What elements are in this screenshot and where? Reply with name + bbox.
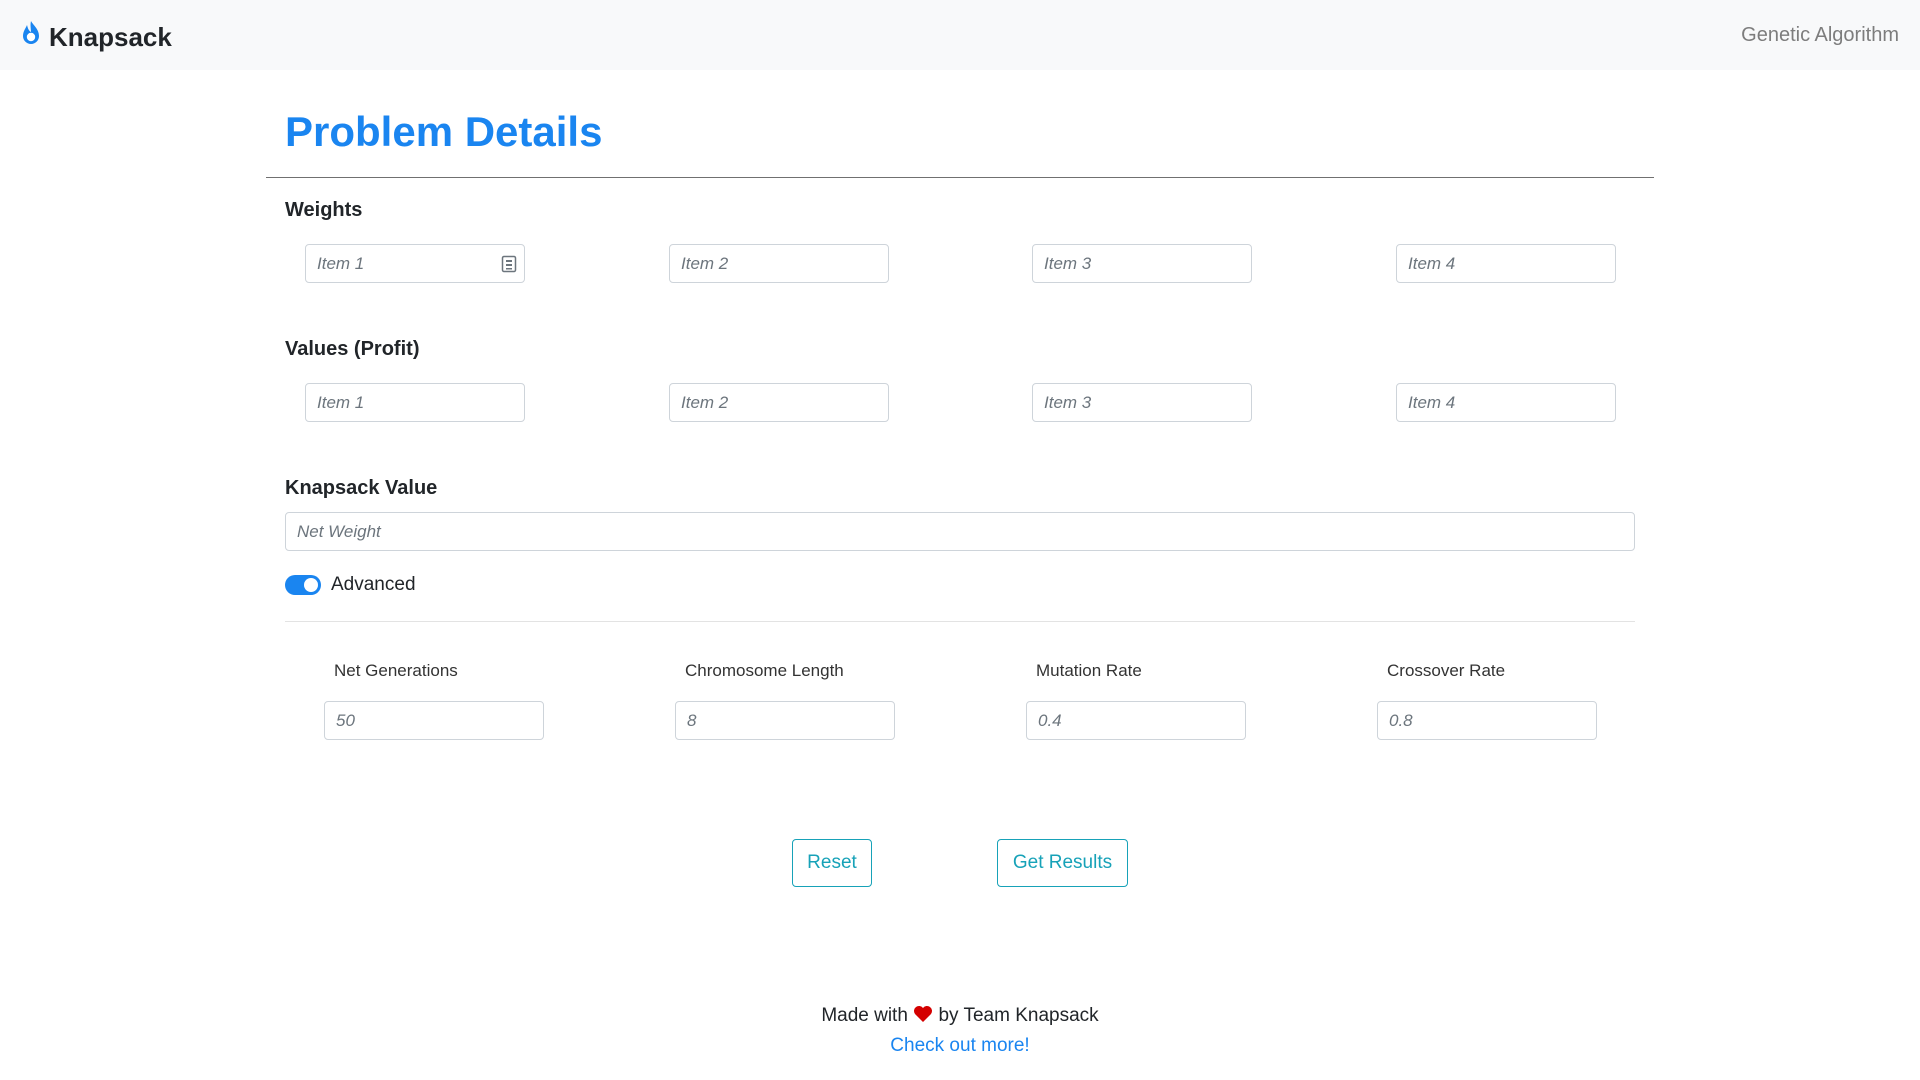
mutation-rate-input[interactable]	[1026, 701, 1246, 740]
chromosome-length-label: Chromosome Length	[685, 661, 844, 680]
footer-credit: Made with by Team Knapsack	[0, 1005, 1920, 1029]
brand[interactable]: Knapsack	[19, 20, 172, 54]
page-title: Problem Details	[285, 108, 603, 155]
advanced-divider	[285, 621, 1635, 622]
crossover-rate-label: Crossover Rate	[1387, 661, 1506, 680]
value-item-4-input[interactable]	[1396, 383, 1616, 422]
calendar-icon	[501, 254, 517, 273]
footer-link-row: Check out more!	[0, 1035, 1920, 1057]
advanced-label: Advanced	[331, 574, 416, 595]
footer-made-with: Made with	[821, 1005, 908, 1026]
weight-item-1-input[interactable]	[305, 244, 525, 283]
weight-item-3-input[interactable]	[1032, 244, 1252, 283]
value-item-3-input[interactable]	[1032, 383, 1252, 422]
flame-icon	[19, 20, 43, 54]
weight-item-2-input[interactable]	[669, 244, 889, 283]
net-generations-label: Net Generations	[334, 661, 458, 680]
advanced-toggle[interactable]: Advanced	[285, 574, 416, 596]
knapsack-value-label: Knapsack Value	[285, 477, 438, 499]
heart-icon	[913, 1005, 933, 1029]
footer-by: by Team Knapsack	[938, 1005, 1099, 1026]
navbar: Knapsack Genetic Algorithm	[0, 0, 1920, 70]
switch-knob	[304, 578, 318, 592]
check-out-more-link[interactable]: Check out more!	[890, 1035, 1029, 1056]
brand-name: Knapsack	[49, 21, 172, 52]
advanced-switch[interactable]	[285, 575, 321, 595]
net-weight-input[interactable]	[285, 512, 1635, 551]
title-divider	[266, 177, 1654, 178]
value-item-2-input[interactable]	[669, 383, 889, 422]
crossover-rate-input[interactable]	[1377, 701, 1597, 740]
net-generations-input[interactable]	[324, 701, 544, 740]
get-results-button[interactable]: Get Results	[997, 839, 1128, 887]
reset-button[interactable]: Reset	[792, 839, 872, 887]
values-label: Values (Profit)	[285, 338, 420, 360]
value-item-1-input[interactable]	[305, 383, 525, 422]
weight-item-4-input[interactable]	[1396, 244, 1616, 283]
mutation-rate-label: Mutation Rate	[1036, 661, 1142, 680]
nav-link-genetic-algorithm[interactable]: Genetic Algorithm	[1741, 24, 1899, 47]
weights-label: Weights	[285, 199, 363, 221]
chromosome-length-input[interactable]	[675, 701, 895, 740]
